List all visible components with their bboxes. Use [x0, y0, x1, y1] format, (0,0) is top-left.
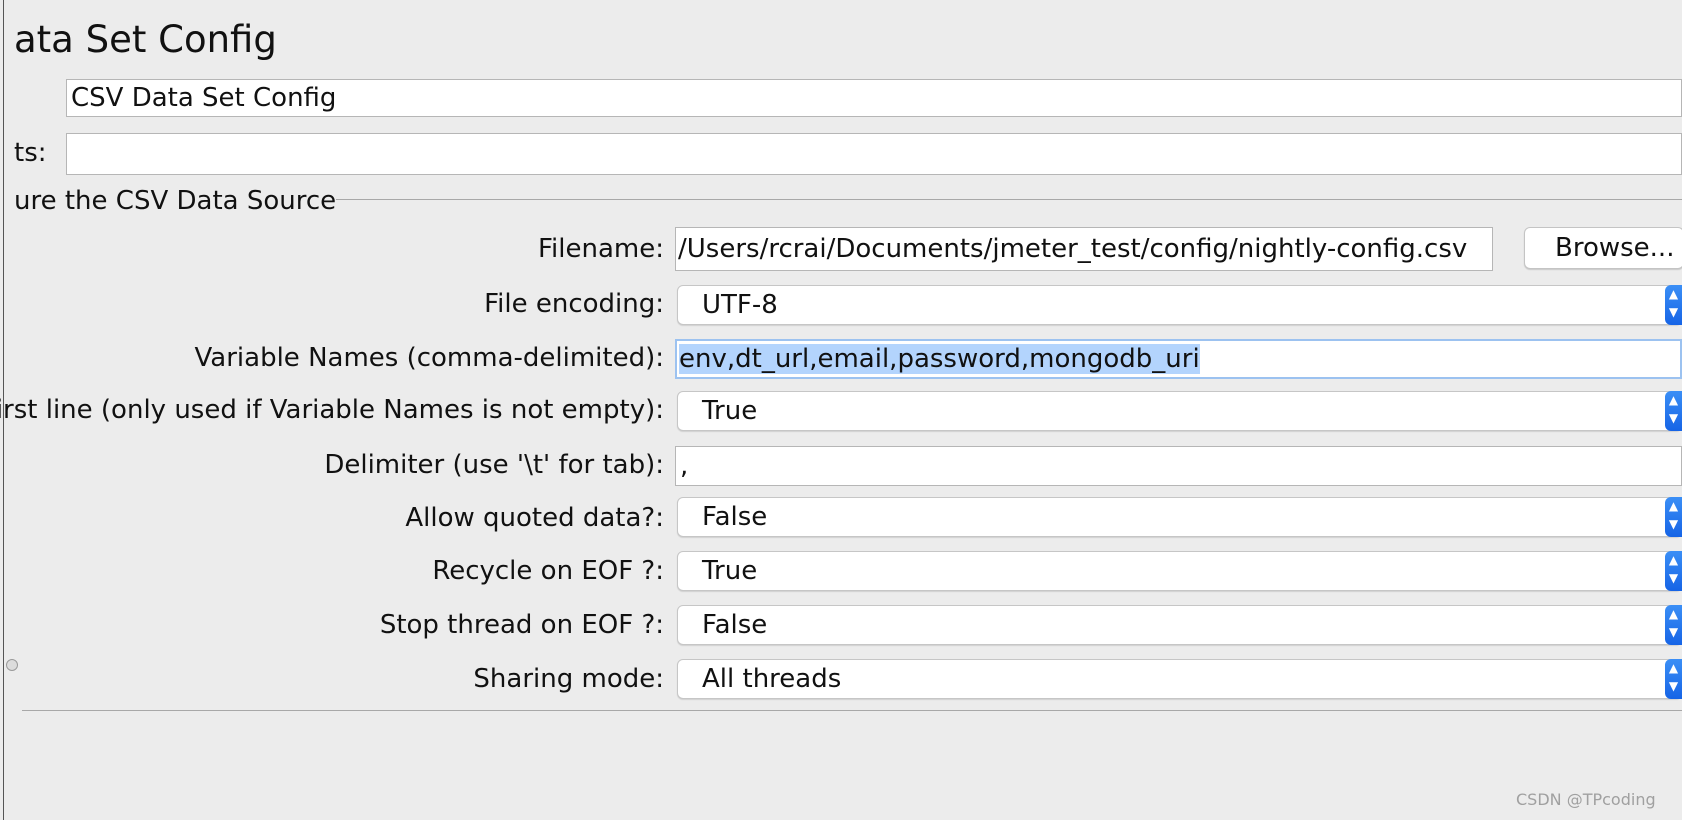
group-border-top	[312, 199, 1682, 200]
file-encoding-select[interactable]: UTF-8 ▲ ▼	[677, 285, 1682, 325]
ignore-first-line-value: True	[702, 396, 758, 426]
panel-title: ata Set Config	[14, 18, 277, 61]
sharing-mode-value: All threads	[702, 664, 842, 694]
browse-button[interactable]: Browse...	[1524, 227, 1682, 269]
variable-names-field[interactable]: env,dt_url,email,password,mongodb_uri	[675, 339, 1682, 379]
file-encoding-value: UTF-8	[702, 290, 778, 320]
watermark: CSDN @TPcoding	[1516, 790, 1656, 809]
group-border-bottom	[22, 710, 1682, 711]
group-title: ure the CSV Data Source	[14, 186, 337, 216]
chevron-updown-icon[interactable]: ▲ ▼	[1665, 659, 1682, 699]
stop-thread-eof-label: Stop thread on EOF ?:	[379, 610, 664, 640]
sharing-mode-label: Sharing mode:	[473, 664, 664, 694]
chevron-updown-icon[interactable]: ▲ ▼	[1665, 497, 1682, 537]
name-field[interactable]: CSV Data Set Config	[66, 79, 1682, 117]
chevron-updown-icon[interactable]: ▲ ▼	[1665, 391, 1682, 431]
chevron-updown-icon[interactable]: ▲ ▼	[1665, 551, 1682, 591]
allow-quoted-label: Allow quoted data?:	[405, 503, 664, 533]
comments-field[interactable]	[66, 133, 1682, 175]
comments-label: ts:	[14, 138, 47, 168]
filename-label: Filename:	[537, 234, 664, 264]
variable-names-selection: env,dt_url,email,password,mongodb_uri	[679, 344, 1200, 374]
chevron-updown-icon[interactable]: ▲ ▼	[1665, 605, 1682, 645]
ignore-first-line-label: irst line (only used if Variable Names i…	[0, 395, 664, 425]
splitter-handle-icon[interactable]	[6, 659, 18, 671]
sharing-mode-select[interactable]: All threads ▲ ▼	[677, 659, 1682, 699]
recycle-eof-select[interactable]: True ▲ ▼	[677, 551, 1682, 591]
stop-thread-eof-select[interactable]: False ▲ ▼	[677, 605, 1682, 645]
recycle-eof-value: True	[702, 556, 758, 586]
variable-names-label: Variable Names (comma-delimited):	[194, 343, 664, 373]
filename-field[interactable]: /Users/rcrai/Documents/jmeter_test/confi…	[675, 227, 1493, 271]
file-encoding-label: File encoding:	[484, 289, 664, 319]
delimiter-field[interactable]: ,	[675, 446, 1682, 486]
ignore-first-line-select[interactable]: True ▲ ▼	[677, 391, 1682, 431]
chevron-updown-icon[interactable]: ▲ ▼	[1665, 285, 1682, 325]
allow-quoted-value: False	[702, 502, 768, 532]
stop-thread-eof-value: False	[702, 610, 768, 640]
allow-quoted-select[interactable]: False ▲ ▼	[677, 497, 1682, 537]
recycle-eof-label: Recycle on EOF ?:	[432, 556, 664, 586]
delimiter-label: Delimiter (use '\t' for tab):	[324, 450, 664, 480]
